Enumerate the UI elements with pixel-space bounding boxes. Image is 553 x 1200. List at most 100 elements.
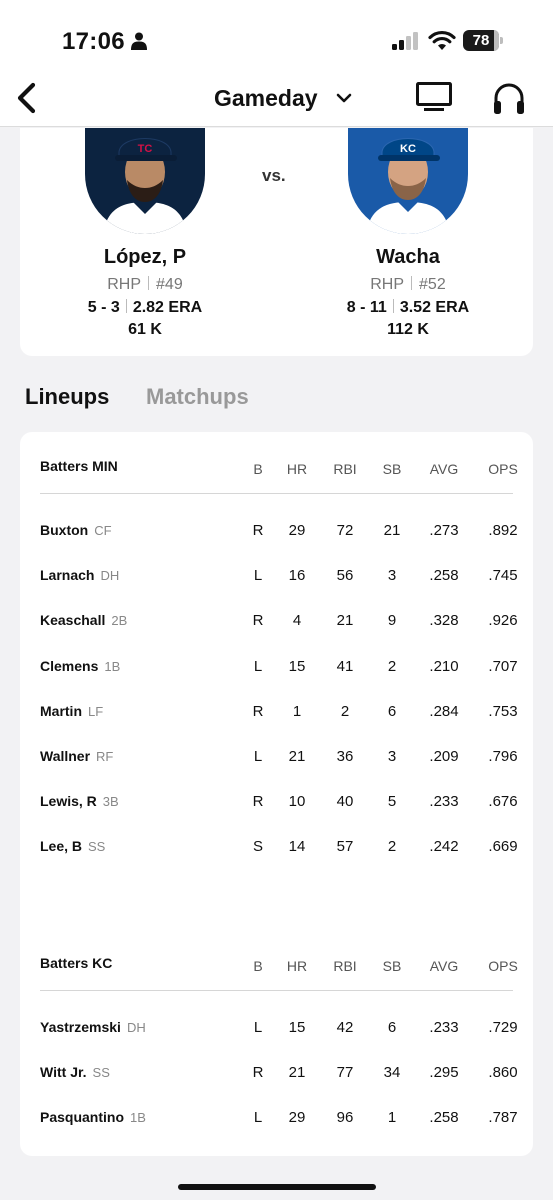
lineups-card: Batters MIN B HR RBI SB AVG OPS Buxton CF R 29 72 21…: [20, 432, 533, 1156]
table-row[interactable]: Buxton CF R 29 72 21 .273 .892: [40, 512, 518, 557]
twins-pitcher-photo: TC: [85, 128, 205, 234]
player-cell: Buxton CF: [40, 522, 112, 538]
stat-rbi: 42: [336, 1019, 354, 1036]
stat-ops: .860: [488, 1064, 518, 1082]
lineup-header: Batters KC B HR RBI SB AVG OPS: [40, 929, 518, 991]
lineup-section: Batters MIN B HR RBI SB AVG OPS Buxton CF R 29 72 21…: [20, 432, 533, 874]
player-position: DH: [100, 568, 120, 584]
stat-hr: 14: [288, 838, 306, 856]
column-header-avg: AVG: [429, 958, 459, 974]
table-row[interactable]: Martin LF R 1 2 6 .284 .753: [40, 693, 518, 738]
table-row[interactable]: Wallner RF L 21 36 3 .209 .796: [40, 738, 518, 783]
stat-b: R: [252, 612, 264, 630]
stat-ops: .892: [488, 522, 518, 539]
stat-sb: 34: [383, 1064, 401, 1082]
nav-title[interactable]: Gameday: [214, 85, 318, 112]
tab-lineups[interactable]: Lineups: [25, 384, 109, 410]
pitcher-strikeouts: 112 K: [387, 321, 429, 338]
player-name: Yastrzemski: [40, 1019, 121, 1035]
column-header-sb: SB: [382, 461, 402, 477]
stat-avg: .209: [429, 748, 459, 765]
stat-hr: 10: [288, 793, 306, 811]
stat-ops: .676: [488, 793, 518, 811]
status-time: 17:06: [62, 28, 125, 55]
player-name: Keaschall: [40, 612, 106, 629]
stat-avg: .295: [429, 1064, 459, 1082]
stat-sb: 3: [387, 748, 397, 765]
stat-b: L: [253, 657, 263, 675]
lineup-title: Batters MIN: [40, 458, 118, 474]
stat-ops: .729: [488, 1019, 518, 1036]
stat-hr: 21: [288, 748, 306, 765]
tv-icon[interactable]: [416, 82, 452, 112]
player-name: Larnach: [40, 567, 95, 584]
stat-rbi: 36: [336, 748, 354, 765]
stat-rbi: 40: [336, 793, 354, 811]
lineup-section: Batters KC B HR RBI SB AVG OPS Yastrzemski DH L 15…: [20, 929, 533, 1145]
tab-matchups[interactable]: Matchups: [146, 384, 249, 410]
back-chevron-icon[interactable]: [14, 81, 40, 115]
lineup-header: Batters MIN B HR RBI SB AVG OPS: [40, 432, 518, 494]
avatar[interactable]: TC: [85, 128, 205, 234]
stat-b: R: [252, 522, 264, 539]
status-bar: 17:06 78: [0, 0, 553, 75]
stat-hr: 4: [292, 612, 302, 630]
stat-hr: 29: [288, 522, 306, 539]
table-row[interactable]: Lewis, R 3B R 10 40 5 .233 .676: [40, 783, 518, 828]
stat-sb: 3: [387, 567, 397, 585]
table-row[interactable]: Yastrzemski DH L 15 42 6 .233 .729: [40, 1009, 518, 1054]
column-header-b: B: [253, 958, 263, 974]
stat-sb: 5: [387, 793, 397, 811]
stat-b: L: [253, 1109, 263, 1127]
column-header-avg: AVG: [429, 461, 459, 477]
stat-b: R: [252, 1064, 264, 1082]
stat-sb: 9: [387, 612, 397, 630]
player-position: 1B: [104, 658, 121, 674]
home-indicator[interactable]: [178, 1184, 376, 1190]
table-row[interactable]: Keaschall 2B R 4 21 9 .328 .926: [40, 602, 518, 647]
player-cell: Larnach DH: [40, 567, 119, 583]
pitcher-number: #49: [156, 276, 183, 293]
player-position: SS: [88, 839, 106, 855]
home-pitcher-info[interactable]: Wacha RHP #52 8 - 11 3.52 ERA 112 K: [308, 246, 508, 339]
pitcher-throws: RHP: [370, 276, 405, 293]
away-pitcher-info[interactable]: López, P RHP #49 5 - 3 2.82 ERA 61 K: [45, 246, 245, 339]
table-row[interactable]: Larnach DH L 16 56 3 .258 .745: [40, 557, 518, 602]
player-name: Witt Jr.: [40, 1064, 87, 1081]
table-row[interactable]: Clemens 1B L 15 41 2 .210 .707: [40, 648, 518, 693]
column-header-ops: OPS: [488, 461, 518, 477]
stat-b: L: [253, 567, 263, 585]
stat-sb: 21: [383, 522, 401, 539]
player-cell: Witt Jr. SS: [40, 1064, 110, 1080]
table-row[interactable]: Pasquantino 1B L 29 96 1 .258 .787: [40, 1099, 518, 1144]
battery-indicator: 78: [463, 30, 503, 51]
chevron-down-icon[interactable]: [335, 89, 353, 107]
cellular-signal-icon: [392, 32, 418, 50]
headphones-icon[interactable]: [491, 80, 527, 116]
player-position: CF: [94, 523, 112, 538]
player-position: 3B: [102, 794, 119, 810]
table-row[interactable]: Lee, B SS S 14 57 2.242.669: [40, 828, 518, 873]
pitcher-era: 3.52 ERA: [399, 299, 470, 316]
stat-rbi: 21: [336, 612, 354, 630]
player-position: LF: [88, 703, 104, 719]
stat-ops: .753: [488, 702, 518, 720]
stat-avg: .258: [429, 1109, 459, 1127]
pitcher-record: 8 - 11: [346, 299, 387, 316]
person-icon: [131, 32, 147, 50]
player-cell: Keaschall 2B: [40, 612, 127, 628]
stat-avg: .233: [429, 1019, 459, 1036]
stat-hr: 16: [288, 567, 306, 585]
avatar[interactable]: KC: [348, 128, 468, 234]
column-header-ops: OPS: [488, 958, 518, 974]
stat-avg: .258: [429, 567, 459, 585]
stat-avg: .210: [429, 657, 459, 675]
table-row[interactable]: Witt Jr. SS R 21 77 34 .295 .860: [40, 1054, 518, 1099]
player-name: Pasquantino: [40, 1109, 125, 1126]
stat-ops: .787: [488, 1109, 518, 1127]
pitcher-name: López, P: [103, 246, 187, 268]
stat-hr: 1: [292, 702, 302, 720]
stat-avg: .273: [429, 522, 459, 539]
pitcher-name: Wacha: [376, 246, 440, 268]
stat-avg: .284: [429, 702, 459, 720]
